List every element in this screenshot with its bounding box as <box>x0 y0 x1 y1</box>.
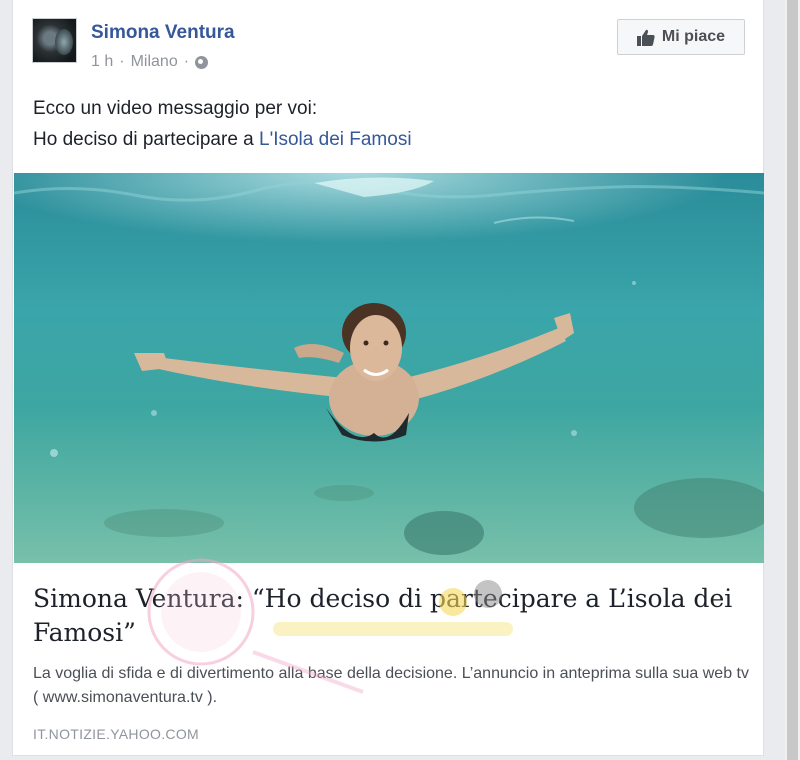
underwater-swimmer-image <box>14 173 764 563</box>
link-domain: IT.NOTIZIE.YAHOO.COM <box>33 726 199 742</box>
meta-separator: · <box>183 53 190 70</box>
meta-separator: · <box>119 53 125 70</box>
link-description: La voglia di sfida e di divertimento all… <box>33 665 749 706</box>
post-meta: 1 h · Milano · <box>91 53 209 71</box>
author-name[interactable]: Simona Ventura <box>91 22 235 44</box>
scrollbar-thumb[interactable] <box>787 0 798 760</box>
post-text-line2: Ho deciso di partecipare a L'Isola dei F… <box>33 124 412 155</box>
video-thumbnail[interactable] <box>14 173 764 563</box>
like-page-label: Mi piace <box>661 28 726 45</box>
post-text-line1: Ecco un video messaggio per voi: <box>33 98 318 119</box>
post-time[interactable]: 1 h <box>91 53 113 71</box>
link-headline[interactable]: Simona Ventura: “Ho deciso di partecipar… <box>33 582 753 650</box>
post-card: Simona Ventura 1 h · Milano · Mi piace E… <box>12 0 764 756</box>
thumbs-up-icon <box>636 29 655 46</box>
post-location[interactable]: Milano <box>131 53 178 71</box>
post-message: Ecco un video messaggio per voi: Ho deci… <box>33 93 412 155</box>
author-avatar[interactable] <box>32 18 77 63</box>
globe-icon[interactable] <box>195 55 209 69</box>
like-page-button[interactable]: Mi piace <box>617 19 745 55</box>
isola-link[interactable]: L'Isola dei Famosi <box>259 129 412 150</box>
post-text-line2-prefix: Ho deciso di partecipare a <box>33 129 260 150</box>
